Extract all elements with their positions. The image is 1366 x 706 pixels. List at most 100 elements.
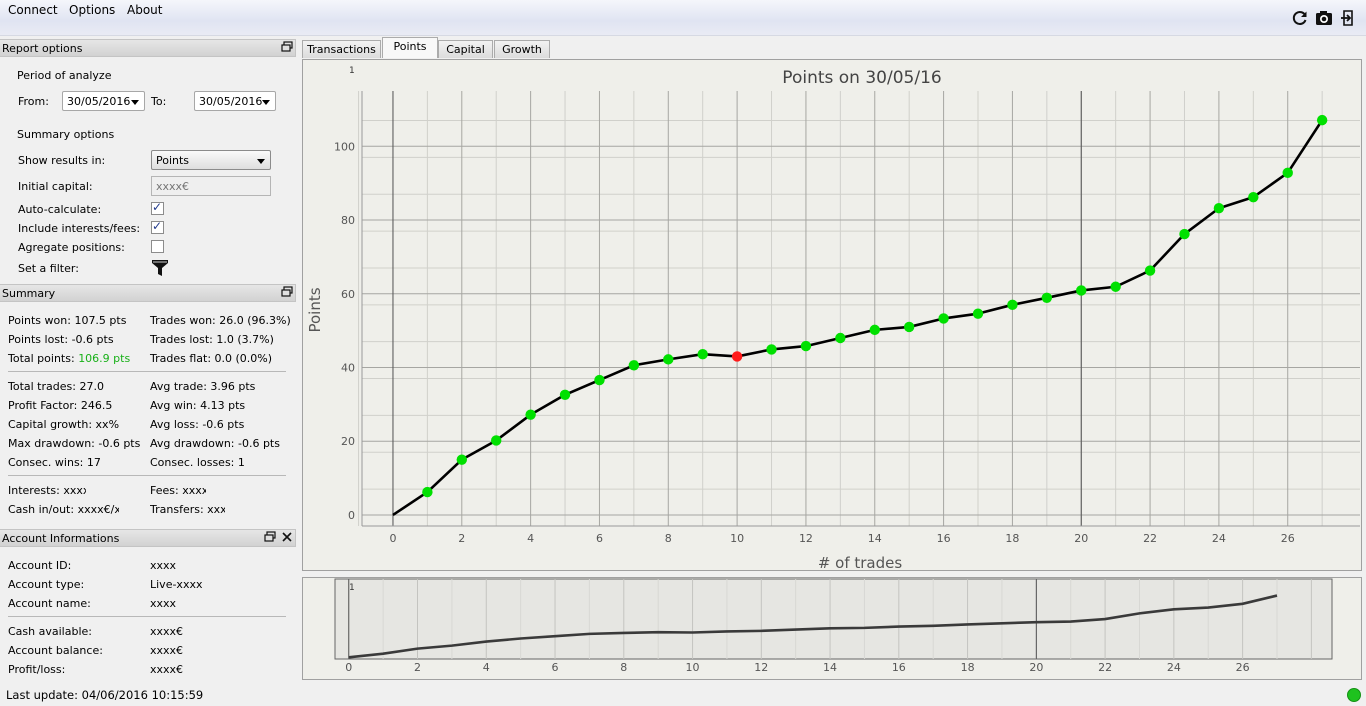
- initial-capital-label: Initial capital:: [18, 180, 93, 193]
- auto-calc-checkbox[interactable]: ✓: [151, 200, 164, 215]
- x-tick-label: 26: [1236, 661, 1250, 674]
- x-tick-label: 6: [596, 532, 603, 545]
- checkmark-icon: ✓: [152, 219, 163, 233]
- overview-frame: 1 0 2 4 6 8 10 12 14 16 18 20 22 24 26: [302, 577, 1362, 680]
- x-tick-label: 4: [483, 661, 490, 674]
- win-point: [1316, 114, 1328, 126]
- total-points-value: 106.9 pts: [78, 352, 131, 365]
- win-point: [1041, 292, 1053, 304]
- total-trades: Total trades: 27.0: [8, 380, 104, 393]
- x-tick-label: 0: [345, 661, 352, 674]
- last-update: Last update: 04/06/2016 10:15:59: [6, 688, 204, 702]
- refresh-icon[interactable]: [1291, 9, 1309, 27]
- to-label: To:: [151, 95, 167, 108]
- fees: Fees: xxxx€: [150, 484, 206, 497]
- cash-available-label: Cash available:: [8, 625, 92, 638]
- points-lost: Points lost: -0.6 pts: [8, 333, 114, 346]
- win-point: [697, 349, 708, 360]
- cash-in-out: Cash in/out: xxxx€/xxxx€: [8, 503, 119, 516]
- chart-title: Points on 30/05/16: [782, 68, 941, 88]
- summary-title: Summary: [2, 287, 56, 300]
- menu-options[interactable]: Options: [69, 3, 115, 17]
- win-point: [1213, 203, 1225, 214]
- initial-capital-field[interactable]: [151, 176, 271, 196]
- aggregate-checkbox[interactable]: [151, 240, 164, 253]
- points-chart[interactable]: 1 Points on 30/05/160204060801000 2 4 6 8 10 12…: [303, 60, 1361, 572]
- from-date-picker[interactable]: 30/05/2016: [62, 91, 145, 111]
- win-point: [628, 360, 640, 371]
- win-point: [903, 321, 915, 333]
- x-tick-label: 18: [1005, 532, 1019, 545]
- total-points: Total points: 106.9 pts: [8, 352, 130, 365]
- x-tick-label: 8: [620, 661, 627, 674]
- tab-growth[interactable]: Growth: [494, 40, 550, 58]
- overview-chart[interactable]: 10 2 4 6 8 10 12 14 16 18 20 22 24 26: [303, 578, 1361, 679]
- win-point: [594, 374, 605, 386]
- include-fees-label: Include interests/fees:: [18, 222, 141, 235]
- period-title: Period of analyze: [17, 69, 112, 82]
- consec-wins: Consec. wins: 17: [8, 456, 101, 469]
- win-point: [1144, 265, 1156, 276]
- to-date-picker[interactable]: 30/05/2016: [194, 91, 276, 111]
- points-won: Points won: 107.5 pts: [8, 314, 127, 327]
- x-tick-label: 14: [868, 532, 882, 545]
- tab-points[interactable]: Points: [382, 37, 438, 58]
- win-point: [1282, 167, 1293, 179]
- x-tick-label: 16: [937, 532, 951, 545]
- export-icon[interactable]: [1339, 9, 1357, 27]
- x-axis-label: # of trades: [818, 554, 903, 570]
- x-tick-label: 20: [1074, 532, 1088, 545]
- include-fees-checkbox[interactable]: ✓: [151, 219, 164, 234]
- float-window-icon[interactable]: [264, 531, 276, 543]
- tab-capital[interactable]: Capital: [438, 40, 493, 58]
- divider: [8, 616, 286, 617]
- x-tick-label: 20: [1029, 661, 1043, 674]
- max-drawdown: Max drawdown: -0.6 pts: [8, 437, 141, 450]
- account-name-label: Account name:: [8, 597, 91, 610]
- account-title: Account Informations: [2, 532, 120, 545]
- filter-label: Set a filter:: [18, 262, 79, 275]
- chevron-down-icon: [257, 159, 265, 164]
- filter-icon[interactable]: [151, 259, 169, 277]
- x-tick-label: 8: [665, 532, 672, 545]
- account-header: Account Informations: [0, 529, 296, 547]
- x-tick-label: 12: [754, 661, 768, 674]
- y-tick-label: 80: [341, 214, 355, 227]
- camera-icon[interactable]: [1315, 9, 1333, 27]
- float-window-icon[interactable]: [281, 286, 293, 298]
- x-tick-label: 22: [1098, 661, 1112, 674]
- x-tick-label: 0: [389, 532, 396, 545]
- main-chart-frame: 1 Points on 30/05/16 0 20 40 60 80 100 0 2 4 6 8 10 12…: [302, 59, 1362, 572]
- total-points-label: Total points:: [8, 352, 75, 365]
- avg-win: Avg win: 4.13 pts: [150, 399, 246, 412]
- x-tick-label: 2: [414, 661, 421, 674]
- x-tick-label: 16: [892, 661, 906, 674]
- win-point: [938, 313, 949, 324]
- x-tick-label: 26: [1281, 532, 1295, 545]
- show-results-value: Points: [156, 154, 190, 167]
- win-point: [800, 340, 812, 352]
- y-tick-label: 100: [334, 140, 355, 153]
- initial-capital-input[interactable]: [152, 177, 270, 195]
- y-tick-label: 40: [341, 361, 355, 374]
- tab-transactions[interactable]: Transactions: [302, 40, 381, 58]
- chevron-down-icon: [262, 100, 270, 105]
- x-tick-label: 24: [1167, 661, 1181, 674]
- auto-calc-label: Auto-calculate:: [18, 203, 102, 216]
- x-tick-label: 12: [799, 532, 813, 545]
- account-balance-label: Account balance:: [8, 644, 103, 657]
- show-results-select[interactable]: Points: [151, 150, 271, 170]
- close-icon[interactable]: [281, 531, 293, 543]
- profit-loss-label: Profit/loss:: [8, 663, 66, 676]
- loss-point: [731, 351, 743, 362]
- menu-connect[interactable]: Connect: [8, 3, 58, 17]
- menu-about[interactable]: About: [127, 3, 162, 17]
- account-balance-value: xxxx€: [150, 644, 184, 657]
- win-point: [422, 486, 433, 498]
- account-id-value: xxxx: [150, 559, 177, 572]
- float-window-icon[interactable]: [281, 41, 293, 53]
- report-options-header: Report options: [0, 39, 296, 57]
- x-tick-label: 6: [552, 661, 559, 674]
- y-tick-label: 0: [348, 509, 355, 522]
- x-tick-label: 4: [527, 532, 534, 545]
